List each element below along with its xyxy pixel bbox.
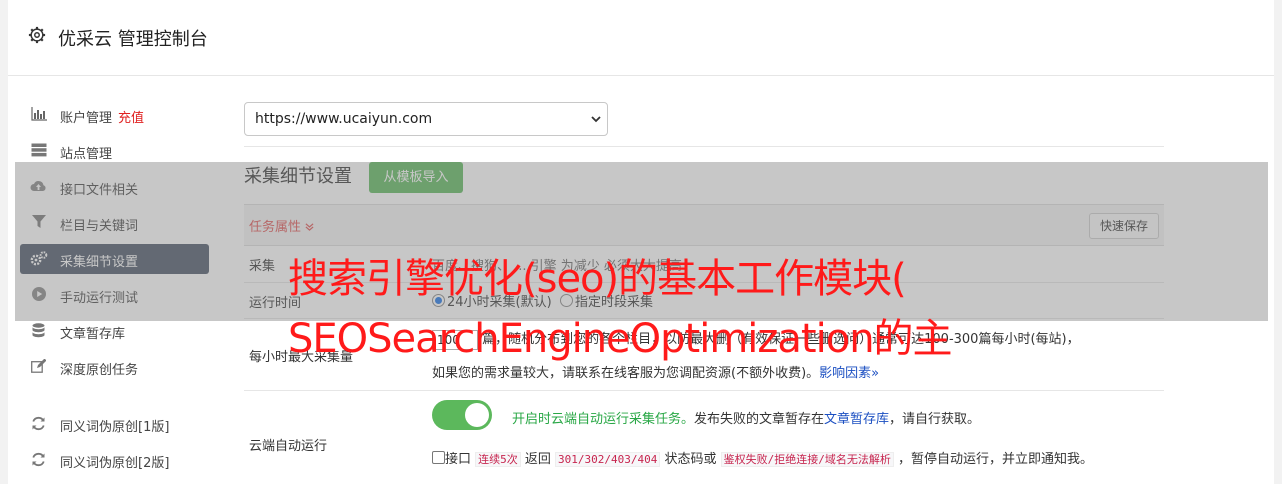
overlay-title-line-1: 搜索引擎优化(seo)的基本工作模块(: [288, 256, 907, 302]
cloud-run-desc-3: ，请自行获取。: [889, 412, 981, 427]
pause-notify-checkbox[interactable]: [432, 451, 445, 464]
cloud-auto-run-toggle[interactable]: [432, 400, 492, 430]
chevron-down-icon: [591, 116, 601, 123]
cloud-run-desc-2: 发布失败的文章暂存在: [694, 412, 825, 427]
sidebar-item-label: 同义词伪原创[1版]: [60, 420, 170, 435]
pause-text-2: 返回: [520, 452, 556, 467]
pause-text-3: 状态码或: [660, 452, 721, 467]
cloud-run-desc: 开启时云端自动运行采集任务。: [512, 412, 695, 427]
sidebar-item-synonym-v2[interactable]: 同义词伪原创[2版]: [20, 445, 209, 475]
database-icon: [30, 323, 47, 339]
overlay-title-line-2: SEOSearchEngineOptimization的主: [288, 316, 953, 362]
site-select-value: https://www.ucaiyun.com: [255, 111, 433, 127]
refresh-icon: [30, 452, 47, 468]
max-per-hour-note: 如果您的需求量较大，请联系在线客服为您调配资源(不额外收费)。: [432, 366, 820, 381]
chevron-down-icon: »: [871, 366, 880, 381]
refresh-icon: [30, 416, 47, 432]
header: 优采云 管理控制台: [8, 0, 1274, 76]
divider: [244, 146, 1164, 147]
sidebar-item-label: 站点管理: [60, 147, 113, 162]
influence-factors-link[interactable]: 影响因素: [819, 366, 871, 381]
sidebar-item-account[interactable]: 账户管理 充值: [20, 100, 209, 130]
bar-chart-icon: [30, 107, 47, 123]
sidebar-item-synonym-v1[interactable]: 同义词伪原创[1版]: [20, 409, 209, 439]
recharge-link[interactable]: 充值: [118, 111, 144, 126]
site-select[interactable]: https://www.ucaiyun.com: [244, 102, 608, 136]
article-store-link[interactable]: 文章暂存库: [824, 412, 889, 427]
table-row: 云端自动运行 开启时云端自动运行采集任务。发布失败的文章暂存在文章暂存库，请自行…: [244, 390, 1164, 480]
pause-text-1: 接口: [445, 452, 472, 467]
server-icon: [30, 143, 47, 159]
sidebar-item-label: 文章暂存库: [60, 327, 126, 342]
gear-icon: [28, 26, 46, 44]
sidebar-item-label: 账户管理: [60, 111, 113, 126]
row-label: 云端自动运行: [249, 439, 328, 454]
sidebar-item-label: 同义词伪原创[2版]: [60, 456, 170, 471]
sidebar-item-deep-original[interactable]: 深度原创任务: [20, 352, 209, 382]
code-errors: 鉴权失败/拒绝连接/域名无法解析: [720, 452, 894, 467]
pause-text-4: ，暂停自动运行，并立即通知我。: [893, 452, 1094, 467]
sidebar-item-label: 深度原创任务: [60, 363, 139, 378]
toggle-knob: [465, 403, 489, 427]
code-status: 301/302/403/404: [555, 452, 661, 467]
page-title: 优采云 管理控制台: [58, 29, 208, 50]
code-consecutive: 连续5次: [475, 452, 521, 467]
edit-icon: [30, 358, 47, 375]
